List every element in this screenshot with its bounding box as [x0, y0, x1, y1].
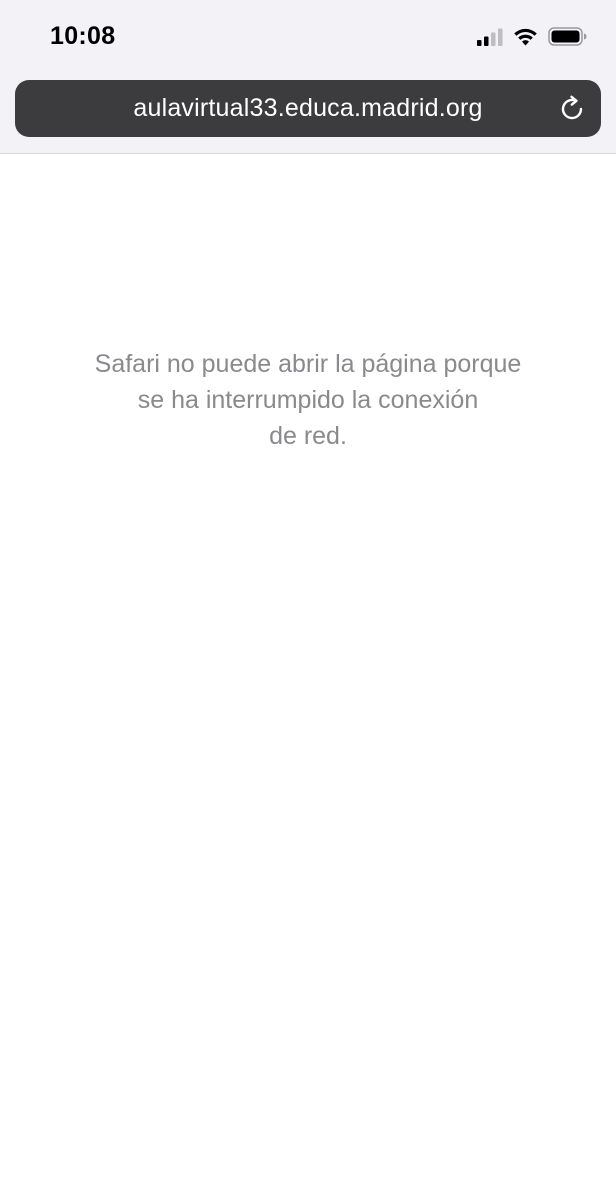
url-text[interactable]: aulavirtual33.educa.madrid.org	[15, 80, 601, 137]
reload-icon[interactable]	[557, 94, 587, 124]
address-bar[interactable]: aulavirtual33.educa.madrid.org	[15, 80, 601, 137]
connection-error-message: Safari no puede abrir la página porque s…	[94, 350, 522, 450]
battery-icon	[548, 27, 588, 51]
status-icons	[477, 26, 588, 52]
browser-top-chrome: 10:08 aulavirtual33.educa.madrid.org	[0, 0, 616, 154]
status-bar: 10:08	[0, 0, 616, 76]
wifi-icon	[513, 27, 538, 51]
page-content: Safari no puede abrir la página porque s…	[0, 154, 616, 1200]
status-time: 10:08	[50, 22, 116, 50]
cellular-signal-icon	[477, 28, 503, 51]
